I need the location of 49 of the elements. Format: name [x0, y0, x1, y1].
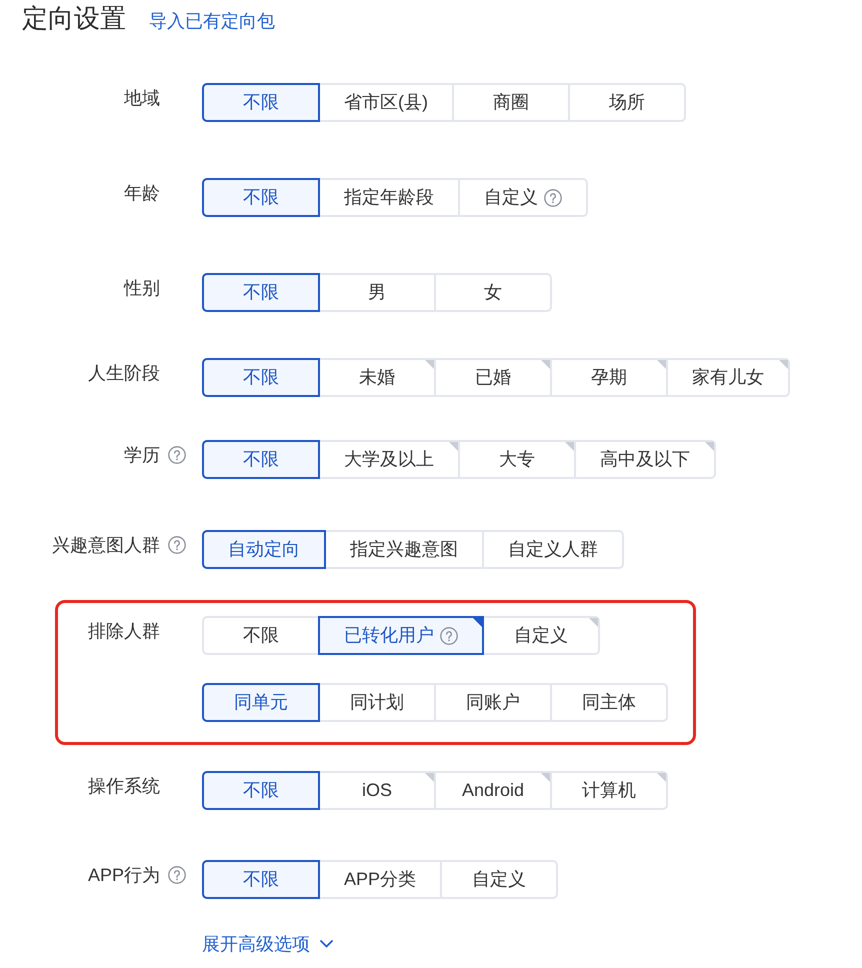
option-button[interactable]: 不限	[202, 860, 320, 899]
option-button[interactable]: 孕期	[550, 358, 668, 397]
field-label: 兴趣意图人群	[52, 534, 160, 557]
option-button[interactable]: 不限	[202, 83, 320, 122]
field-label: 年龄	[124, 182, 160, 205]
option-button[interactable]: 不限	[202, 273, 320, 312]
option-button[interactable]: 已转化用户	[318, 616, 484, 655]
field-label: 排除人群	[88, 620, 160, 643]
page-title: 定向设置	[22, 2, 126, 35]
option-button[interactable]: 自动定向	[202, 530, 326, 569]
option-button[interactable]: iOS	[318, 771, 436, 810]
option-button[interactable]: 不限	[202, 440, 320, 479]
option-button[interactable]: 指定兴趣意图	[324, 530, 484, 569]
field-label: 地域	[124, 87, 160, 110]
option-button[interactable]: 自定义	[482, 616, 600, 655]
field-label: 学历	[124, 444, 160, 467]
option-button[interactable]: 指定年龄段	[318, 178, 460, 217]
option-button[interactable]: 自定义	[458, 178, 588, 217]
field-label: 操作系统	[88, 775, 160, 798]
expand-advanced-options-link[interactable]: 展开高级选项	[202, 932, 333, 956]
option-button[interactable]: 计算机	[550, 771, 668, 810]
field-label: 人生阶段	[88, 362, 160, 385]
option-button[interactable]: 同账户	[434, 683, 552, 722]
option-button[interactable]: APP分类	[318, 860, 442, 899]
option-button[interactable]: Android	[434, 771, 552, 810]
option-button[interactable]: 未婚	[318, 358, 436, 397]
option-button[interactable]: 不限	[202, 771, 320, 810]
option-button[interactable]: 高中及以下	[574, 440, 716, 479]
option-button[interactable]: 不限	[202, 616, 320, 655]
field-label: 性别	[124, 277, 160, 300]
import-targeting-link[interactable]: 导入已有定向包	[149, 9, 275, 33]
option-button[interactable]: 自定义人群	[482, 530, 624, 569]
option-button[interactable]: 已婚	[434, 358, 552, 397]
option-button[interactable]: 商圈	[452, 83, 570, 122]
option-button[interactable]: 不限	[202, 358, 320, 397]
option-button[interactable]: 不限	[202, 178, 320, 217]
option-button[interactable]: 家有儿女	[666, 358, 790, 397]
option-button[interactable]: 同单元	[202, 683, 320, 722]
option-button[interactable]: 女	[434, 273, 552, 312]
option-button[interactable]: 大学及以上	[318, 440, 460, 479]
option-button[interactable]: 省市区(县)	[318, 83, 454, 122]
option-button[interactable]: 同主体	[550, 683, 668, 722]
chevron-down-icon	[320, 940, 333, 948]
option-button[interactable]: 场所	[568, 83, 686, 122]
option-button[interactable]: 男	[318, 273, 436, 312]
option-button[interactable]: 大专	[458, 440, 576, 479]
option-button[interactable]: 同计划	[318, 683, 436, 722]
option-button[interactable]: 自定义	[440, 860, 558, 899]
field-label: APP行为	[88, 864, 160, 887]
